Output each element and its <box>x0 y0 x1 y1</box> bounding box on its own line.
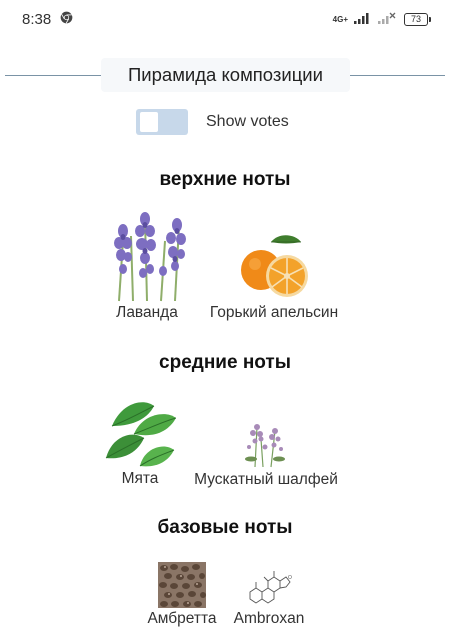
note-label: Мускатный шалфей <box>194 471 338 488</box>
note-lavender[interactable]: Лаванда <box>105 211 189 322</box>
ambrette-seeds-image <box>158 562 206 608</box>
bitter-orange-image <box>241 235 308 297</box>
header-divider-left <box>5 75 101 76</box>
note-clary-sage[interactable]: Мускатный шалфей <box>184 419 348 489</box>
signal-icon <box>354 12 372 27</box>
note-mint[interactable]: Мята <box>104 396 176 488</box>
note-label: Горький апельсин <box>209 304 339 321</box>
svg-text:O: O <box>288 575 292 581</box>
note-ambrette[interactable]: Амбретта <box>142 562 222 628</box>
show-votes-toggle[interactable] <box>136 109 188 135</box>
top-notes-title: верхние ноты <box>159 169 291 190</box>
network-type-label: 4G+ <box>332 14 348 24</box>
middle-notes-title: средние ноты <box>159 352 291 373</box>
status-time: 8:38 <box>22 10 52 28</box>
battery-level: 73 <box>410 14 421 24</box>
chrome-icon <box>60 11 73 28</box>
show-votes-label: Show votes <box>206 113 289 130</box>
battery-icon: 73 <box>404 12 431 26</box>
base-notes-title: базовые ноты <box>157 517 293 538</box>
lavender-image <box>114 212 186 302</box>
toggle-knob <box>140 112 158 132</box>
note-label: Ambroxan <box>233 610 305 627</box>
header-divider-right <box>350 75 445 76</box>
no-signal-icon <box>378 12 398 27</box>
note-ambroxan[interactable]: O Ambroxan <box>228 568 310 628</box>
pyramid-title: Пирамида композиции <box>101 58 350 92</box>
note-label: Мята <box>121 470 159 487</box>
note-bitter-orange[interactable]: Горький апельсин <box>198 232 350 322</box>
note-label: Лаванда <box>116 304 178 321</box>
mint-image <box>105 402 176 467</box>
show-votes-row: Show votes <box>136 109 289 135</box>
pyramid-header: Пирамида композиции <box>0 56 450 94</box>
clary-sage-image <box>245 424 285 468</box>
status-bar: 8:38 4G+ 73 <box>0 0 450 38</box>
ambroxan-molecule-image: O <box>249 571 292 604</box>
note-label: Амбретта <box>147 610 217 627</box>
